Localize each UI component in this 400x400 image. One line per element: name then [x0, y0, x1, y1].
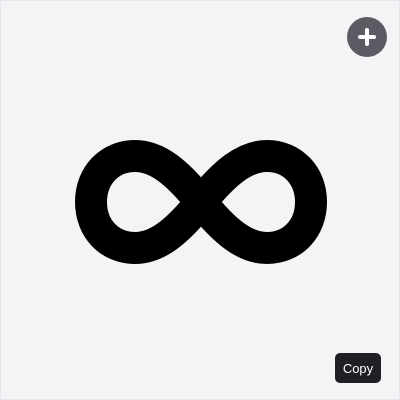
plus-icon: [358, 28, 376, 46]
add-button[interactable]: [347, 17, 387, 57]
infinity-icon: [75, 140, 327, 264]
copy-button[interactable]: Copy: [335, 353, 381, 383]
infinity-symbol: [73, 138, 329, 266]
copy-button-label: Copy: [342, 360, 374, 376]
icon-preview-canvas: Copy: [0, 0, 400, 400]
